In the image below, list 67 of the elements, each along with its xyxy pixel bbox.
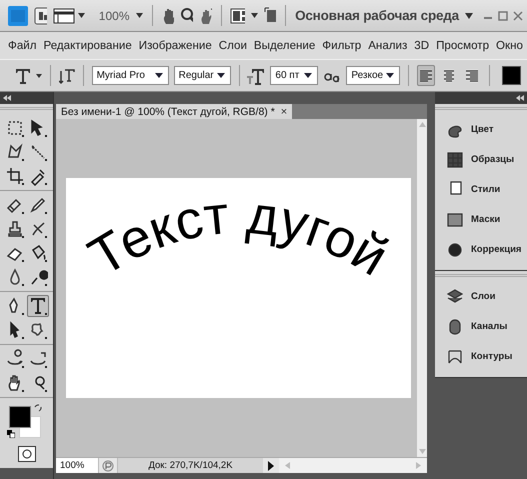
caret-icon [216, 73, 225, 78]
hand-icon[interactable] [161, 6, 174, 24]
panel-button[interactable]: Каналы [435, 311, 527, 341]
layout-icon[interactable] [230, 6, 245, 24]
screen-mode-icon[interactable] [264, 6, 276, 24]
antialiasing-dropdown[interactable]: Резкое [346, 66, 400, 85]
menu-item[interactable]: Файл [8, 37, 37, 54]
caret-icon [154, 73, 163, 78]
workspace-switcher[interactable]: Основная рабочая среда [295, 8, 459, 23]
swap-colors-icon[interactable] [34, 404, 42, 412]
play-icon[interactable] [268, 460, 274, 470]
caret-icon [304, 73, 312, 78]
maximize-icon[interactable] [498, 10, 508, 20]
panel-button[interactable]: Стили [435, 174, 527, 204]
tool-button[interactable] [4, 165, 26, 187]
zoom-dropdown[interactable]: 100% [98, 8, 130, 22]
menu-item[interactable]: Анализ [368, 37, 408, 54]
document-tab[interactable]: Без имени-1 @ 100% (Текст дугой, RGB/8) * × [56, 104, 292, 119]
close-tab-button[interactable]: × [280, 106, 288, 118]
font-style-dropdown[interactable]: Regular [174, 66, 231, 85]
caret-icon[interactable] [36, 74, 42, 78]
panel-button[interactable]: Маски [435, 204, 527, 234]
status-info-icon[interactable] [102, 460, 114, 472]
menu-item[interactable]: Выделение [254, 37, 316, 54]
menu-item[interactable]: Окно [496, 37, 523, 54]
panel-button[interactable]: Контуры [435, 341, 527, 371]
quick-mask-button[interactable] [18, 446, 36, 462]
panel-button[interactable]: Коррекция [435, 234, 527, 264]
zoom-level-field[interactable]: 100% [56, 458, 98, 473]
font-family-dropdown[interactable]: Myriad Pro [92, 66, 169, 85]
panel-icon [445, 150, 463, 168]
menu-item[interactable]: 3D [414, 37, 430, 54]
text-color-swatch[interactable] [502, 66, 521, 85]
caret-icon[interactable] [464, 12, 473, 18]
menu-item[interactable]: Фильтр [322, 37, 362, 54]
type-tool-icon[interactable] [14, 66, 32, 84]
bridge-icon[interactable] [34, 6, 47, 24]
caret-icon[interactable] [136, 13, 142, 18]
font-size-dropdown[interactable]: 60 пт [270, 66, 318, 85]
panel-button[interactable]: Цвет [435, 114, 527, 144]
circle-icon [22, 449, 32, 459]
caret-icon[interactable] [250, 13, 258, 18]
collapse-icon[interactable] [3, 95, 11, 101]
menu-item[interactable]: Слои [218, 37, 247, 54]
document-size-info: Док: 270,7K/104,2K [118, 458, 263, 473]
caret-icon [386, 73, 394, 78]
font-size-icon[interactable] [247, 66, 266, 84]
caret-icon[interactable] [78, 13, 85, 18]
zoom-icon[interactable] [180, 6, 193, 24]
menu-item[interactable]: Просмотр [436, 37, 490, 54]
align-lines-icon [464, 68, 480, 84]
close-icon[interactable] [512, 10, 523, 20]
arc-text: Текст дугой [78, 184, 398, 288]
text-align-button[interactable] [416, 65, 435, 86]
panel-icon [445, 287, 463, 305]
tool-button[interactable] [27, 295, 49, 317]
app-logo-icon[interactable] [8, 6, 28, 26]
align-lines-icon [418, 68, 434, 84]
menu-item[interactable]: Редактирование [43, 37, 132, 54]
color-swatches[interactable] [8, 406, 40, 438]
text-orientation-icon[interactable] [58, 66, 75, 84]
panel-button[interactable]: Образцы [435, 144, 527, 174]
default-colors-icon[interactable] [6, 430, 14, 438]
collapse-icon[interactable] [516, 95, 524, 101]
filmstrip-icon[interactable] [52, 6, 75, 24]
menu-item[interactable]: Изображение [138, 37, 212, 54]
panel-button[interactable]: Слои [435, 281, 527, 311]
